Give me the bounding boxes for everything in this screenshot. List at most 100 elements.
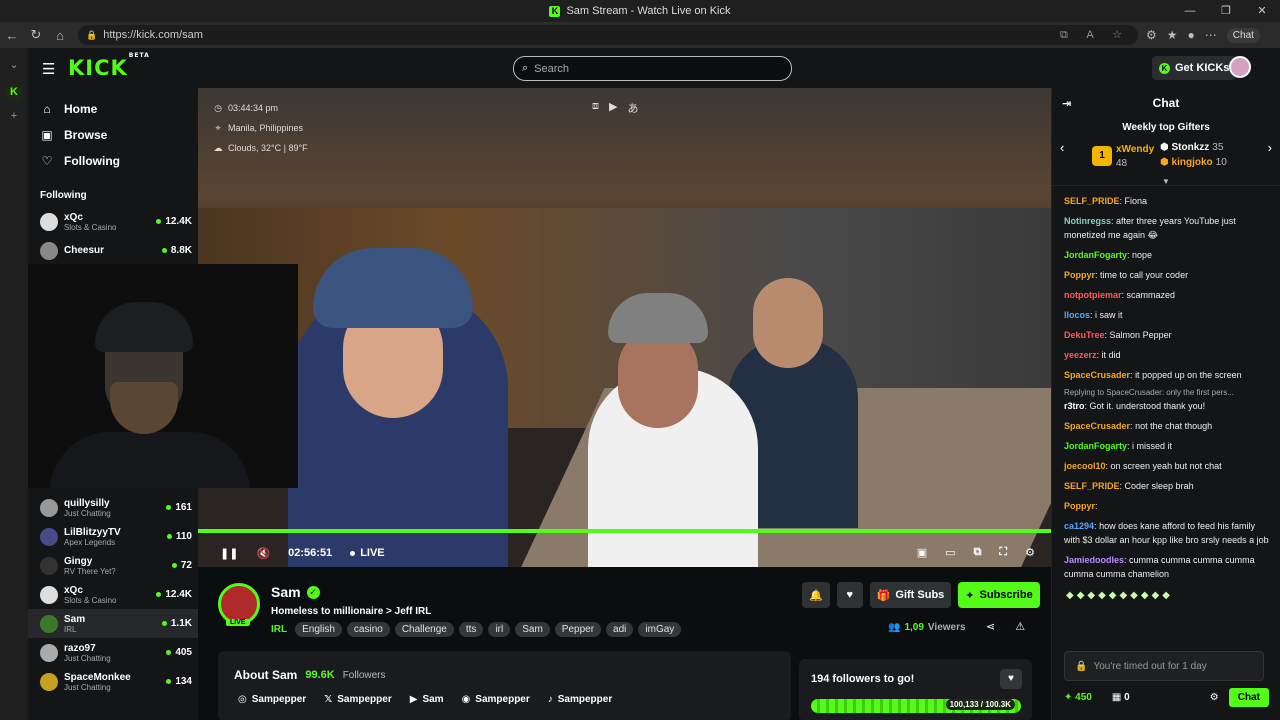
sidebar-item-following[interactable]: ♡ Following (28, 148, 198, 174)
share-icon[interactable]: ⋖ (986, 620, 995, 633)
refresh-icon[interactable]: ↻ (24, 27, 48, 43)
tag[interactable]: Challenge (394, 622, 454, 637)
sidebar-item-browse[interactable]: ▣ Browse (28, 122, 198, 148)
kick-logo[interactable]: KICKBETA (68, 52, 149, 80)
collapse-chat-icon[interactable]: ⇥ (1062, 97, 1071, 110)
followed-channel-cheesur[interactable]: Cheesur 8.8K (28, 236, 198, 265)
followed-channel-spacemonkee[interactable]: SpaceMonkee Just Chatting 134 (28, 667, 198, 696)
social-link-tiktok[interactable]: ♪ Sampepper (548, 694, 612, 705)
video-player[interactable]: ◷ 03:44:34 pm ⌖ Manila, Philippines ☁ Cloud… (198, 88, 1051, 567)
top-gifter-name[interactable]: xWendy (1116, 144, 1154, 155)
gifter-3[interactable]: ⬢ kingjoko 10 (1160, 157, 1227, 168)
back-icon[interactable]: ← (0, 28, 24, 43)
chat-input[interactable]: 🔒 You're timed out for 1 day (1064, 651, 1264, 681)
address-bar[interactable]: 🔒 https://kick.com/sam ⧉ A ☆ (78, 25, 1138, 45)
chat-username[interactable]: r3tro (1064, 401, 1085, 411)
copilot-button[interactable]: Chat (1226, 27, 1260, 43)
chat-username[interactable]: SELF_PRIDE (1064, 481, 1120, 491)
followed-channel-xqc-2[interactable]: xQc Slots & Casino 12.4K (28, 580, 198, 609)
report-icon[interactable]: ⚠ (1015, 620, 1025, 633)
followed-channel-quillysilly[interactable]: quillysilly Just Chatting 161 (28, 493, 198, 522)
home-browser-icon[interactable]: ⌂ (48, 28, 72, 43)
tag[interactable]: imGay (638, 622, 682, 637)
translate-icon[interactable]: あ (627, 100, 638, 116)
chat-username[interactable]: notpotpiemar (1064, 290, 1122, 300)
add-icon[interactable]: + (6, 110, 22, 126)
mute-icon[interactable]: 🔇 (256, 547, 270, 560)
gift-subs-button[interactable]: 🎁 Gift Subs (869, 582, 952, 608)
tag[interactable]: tts (458, 622, 484, 637)
chat-settings-icon[interactable]: ⚙ (1210, 692, 1219, 703)
extensions-icon[interactable]: ⚙ (1146, 28, 1157, 42)
get-kicks-button[interactable]: K Get KICKs (1152, 56, 1237, 80)
chevron-right-icon[interactable]: › (1268, 140, 1272, 155)
send-chat-button[interactable]: Chat (1228, 687, 1269, 707)
channel-points[interactable]: ✦ 450 (1064, 692, 1092, 703)
playback-progress-bar[interactable] (198, 529, 1051, 533)
search-input[interactable]: ⌕ Search (513, 56, 792, 81)
pip-icon[interactable]: ⧉ (974, 546, 982, 559)
kick-tab-icon[interactable]: K (6, 84, 22, 100)
minimize-icon[interactable]: — (1172, 0, 1208, 22)
chat-username[interactable]: SpaceCrusader (1064, 421, 1130, 431)
chat-username[interactable]: Poppyr (1064, 270, 1095, 280)
theater-icon[interactable]: ▭ (945, 546, 955, 559)
chat-username[interactable]: llocos (1064, 310, 1090, 320)
profile-icon[interactable]: ● (1188, 28, 1195, 42)
about-title: About Sam (234, 668, 298, 682)
pause-icon[interactable]: ❚❚ (220, 547, 238, 560)
social-link-youtube[interactable]: ▶ Sam (410, 694, 444, 705)
chat-username[interactable]: Poppyr (1064, 501, 1095, 511)
subscribe-button[interactable]: ✦ Subscribe (958, 582, 1040, 608)
notification-bell-button[interactable]: 🔔 (802, 582, 830, 608)
goal-heart-button[interactable]: ♥ (1000, 669, 1022, 689)
chat-username[interactable]: SpaceCrusader (1064, 370, 1130, 380)
settings-gear-icon[interactable]: ⚙ (1025, 546, 1035, 559)
chat-username[interactable]: Jamiedoodles (1064, 555, 1124, 565)
followed-channel-lilblitzyytv[interactable]: LilBlitzyyTV Apex Legends 110 (28, 522, 198, 551)
social-link-instagram[interactable]: ◎ Sampepper (238, 694, 306, 705)
sidebar-item-home[interactable]: ⌂ Home (28, 96, 198, 122)
close-icon[interactable]: ✕ (1244, 0, 1280, 22)
chevron-left-icon[interactable]: ‹ (1060, 140, 1064, 155)
followed-channel-razo97[interactable]: razo97 Just Chatting 405 (28, 638, 198, 667)
more-icon[interactable]: ⋯ (1205, 28, 1217, 42)
fullscreen-icon[interactable]: ⛶ (999, 546, 1007, 559)
follow-button[interactable]: ♥ (836, 582, 863, 608)
stream-category-link[interactable]: IRL (271, 624, 287, 635)
chat-username[interactable]: ca1294 (1064, 521, 1094, 531)
followed-channel-gingy[interactable]: Gingy RV There Yet? 72 (28, 551, 198, 580)
chat-username[interactable]: joecool10 (1064, 461, 1106, 471)
tag[interactable]: Sam (515, 622, 550, 637)
tag[interactable]: adi (606, 622, 634, 637)
tag[interactable]: Pepper (554, 622, 602, 637)
chat-username[interactable]: SELF_PRIDE (1064, 196, 1120, 206)
followed-channel-sam[interactable]: Sam IRL 1.1K (28, 609, 198, 638)
chat-username[interactable]: yeezerz (1064, 350, 1097, 360)
tag[interactable]: irl (488, 622, 511, 637)
channel-name-heading[interactable]: Sam ✓ (271, 584, 320, 600)
chat-username[interactable]: DekuTree (1064, 330, 1105, 340)
tag[interactable]: casino (346, 622, 390, 637)
menu-icon[interactable]: ☰ (42, 60, 55, 78)
chevron-down-icon[interactable]: ⌄ (6, 58, 22, 74)
social-link-discord[interactable]: ◉ Sampepper (462, 694, 530, 705)
miniplayer-icon[interactable]: ▣ (917, 546, 927, 559)
user-avatar[interactable] (1229, 56, 1251, 78)
address-bar-icons[interactable]: ⧉ A ☆ (1060, 28, 1130, 42)
expand-gifters-icon[interactable]: ▼ (1162, 177, 1170, 186)
social-link-x[interactable]: 𝕏 Sampepper (324, 694, 392, 705)
clip-icon[interactable]: ⧈ (592, 100, 599, 116)
chat-username[interactable]: JordanFogarty (1064, 441, 1127, 451)
restore-icon[interactable]: ❐ (1208, 0, 1244, 22)
viewer-actions: ⋖ ⚠ (986, 620, 1025, 633)
chat-username[interactable]: JordanFogarty (1064, 250, 1127, 260)
favorites-icon[interactable]: ★ (1167, 28, 1178, 42)
chat-username[interactable]: Notinregss (1064, 216, 1111, 226)
tag[interactable]: English (295, 622, 342, 637)
followed-channel-xqc[interactable]: xQc Slots & Casino 12.4K (28, 207, 198, 236)
live-indicator[interactable]: LIVE (350, 547, 385, 559)
cast-icon[interactable]: ▶ (609, 100, 617, 116)
slots-counter[interactable]: ▦ 0 (1112, 692, 1130, 703)
gifter-2[interactable]: ⬢ Stonkzz 35 (1160, 142, 1223, 153)
